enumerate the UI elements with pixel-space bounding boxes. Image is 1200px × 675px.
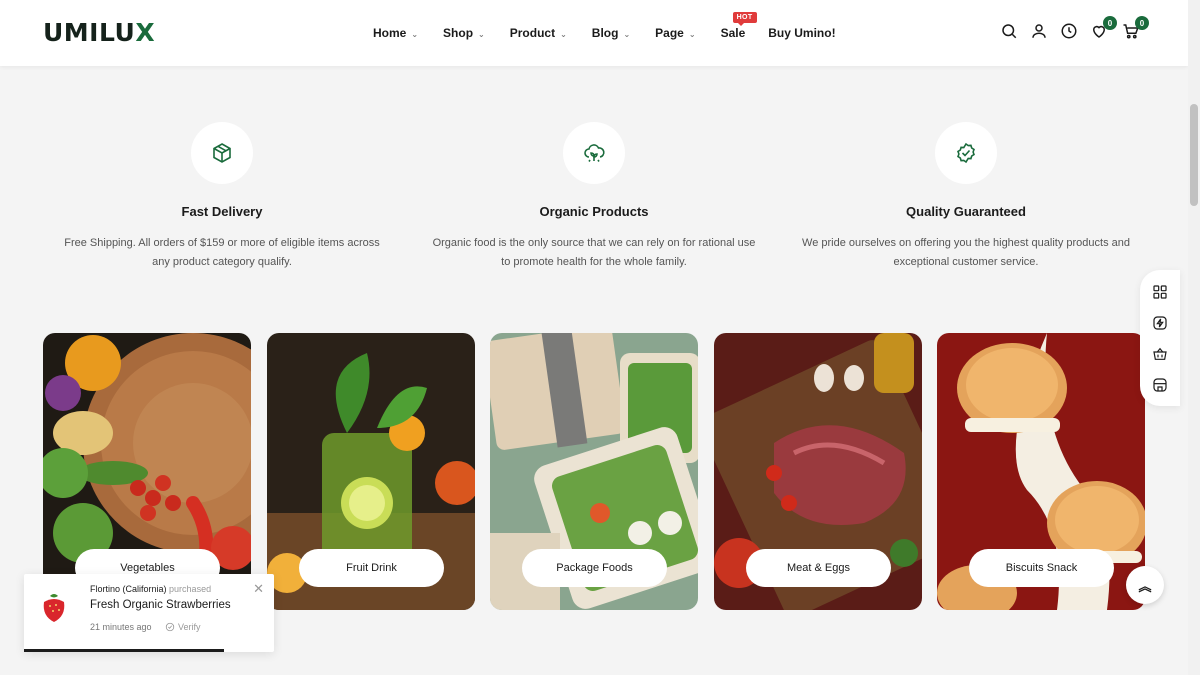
strawberry-icon xyxy=(43,594,65,622)
heart-icon[interactable]: 0 xyxy=(1090,16,1117,40)
verified-icon xyxy=(165,622,175,632)
search-icon[interactable] xyxy=(1000,22,1018,40)
page-scrollbar[interactable] xyxy=(1188,0,1200,675)
category-card-meat-eggs[interactable]: Meat & Eggs xyxy=(714,333,922,610)
logo[interactable]: UMILUX xyxy=(43,18,155,48)
toast-buyer: Flortino (California) purchased xyxy=(90,584,212,594)
cart-icon[interactable]: 0 xyxy=(1122,16,1149,40)
nav-buy-umino[interactable]: Buy Umino! xyxy=(768,26,835,40)
category-card-package-foods[interactable]: Package Foods xyxy=(490,333,698,610)
hot-badge: HOT xyxy=(732,12,757,26)
feature-title: Quality Guaranteed xyxy=(906,204,1026,219)
category-card-fruit-drink[interactable]: Fruit Drink xyxy=(267,333,475,610)
store-icon[interactable] xyxy=(1152,377,1168,393)
feature-desc: Organic food is the only source that we … xyxy=(432,237,756,268)
feature-desc: Free Shipping. All orders of $159 or mor… xyxy=(64,237,380,268)
category-label[interactable]: Package Foods xyxy=(522,549,667,587)
side-toolbar xyxy=(1140,270,1180,406)
user-icon[interactable] xyxy=(1030,22,1048,40)
feature-desc: We pride ourselves on offering you the h… xyxy=(802,237,1130,268)
nav-home[interactable]: Home ⌄ xyxy=(373,26,418,40)
double-chevron-up-icon: ︽ xyxy=(1138,578,1152,594)
toast-time: 21 minutes ago xyxy=(90,622,152,632)
category-card-biscuits-snack[interactable]: Biscuits Snack xyxy=(937,333,1145,610)
category-label[interactable]: Biscuits Snack xyxy=(969,549,1114,587)
plant-cloud-icon xyxy=(563,122,625,184)
toast-product[interactable]: Fresh Organic Strawberries xyxy=(90,599,231,611)
feature-title: Fast Delivery xyxy=(181,204,263,219)
recent-purchase-toast: Flortino (California) purchased Fresh Or… xyxy=(24,574,274,652)
box-icon xyxy=(191,122,253,184)
toast-progress-bar xyxy=(24,649,224,652)
clock-icon[interactable] xyxy=(1060,22,1078,40)
feature-quality-guaranteed: Quality Guaranteed We pride ourselves on… xyxy=(796,122,1136,272)
category-card-vegetables[interactable]: Vegetables xyxy=(43,333,251,610)
basket-icon[interactable] xyxy=(1152,346,1168,362)
scrollbar-thumb[interactable] xyxy=(1190,104,1198,206)
grid-icon[interactable] xyxy=(1152,284,1168,300)
nav-product[interactable]: Product ⌄ xyxy=(510,26,567,40)
badge-check-icon xyxy=(935,122,997,184)
chevron-down-icon: ⌄ xyxy=(623,29,631,39)
site-header: UMILUX Home ⌄ Shop ⌄ Product ⌄ Blog ⌄ Page ⌄ … xyxy=(0,0,1188,66)
category-label[interactable]: Fruit Drink xyxy=(299,549,444,587)
nav-sale[interactable]: Sale HOT xyxy=(721,12,757,40)
lightning-icon[interactable] xyxy=(1152,315,1168,331)
feature-fast-delivery: Fast Delivery Free Shipping. All orders … xyxy=(52,122,392,272)
nav-page[interactable]: Page ⌄ xyxy=(655,26,695,40)
wishlist-count-badge: 0 xyxy=(1103,16,1117,30)
nav-shop[interactable]: Shop ⌄ xyxy=(443,26,485,40)
cart-count-badge: 0 xyxy=(1135,16,1149,30)
feature-title: Organic Products xyxy=(539,204,649,219)
header-icons: 0 0 xyxy=(1000,16,1149,40)
chevron-down-icon: ⌄ xyxy=(478,29,485,39)
scroll-to-top-button[interactable]: ︽ xyxy=(1126,566,1164,604)
nav-blog[interactable]: Blog ⌄ xyxy=(592,26,630,40)
category-label[interactable]: Meat & Eggs xyxy=(746,549,891,587)
chevron-down-icon: ⌄ xyxy=(411,29,419,39)
main-nav: Home ⌄ Shop ⌄ Product ⌄ Blog ⌄ Page ⌄ Sale HOT… xyxy=(373,0,836,66)
feature-organic-products: Organic Products Organic food is the onl… xyxy=(424,122,764,272)
chevron-down-icon: ⌄ xyxy=(560,29,567,39)
close-icon[interactable]: ✕ xyxy=(253,581,264,597)
toast-verify: Verify xyxy=(165,622,201,632)
chevron-down-icon: ⌄ xyxy=(688,29,696,39)
